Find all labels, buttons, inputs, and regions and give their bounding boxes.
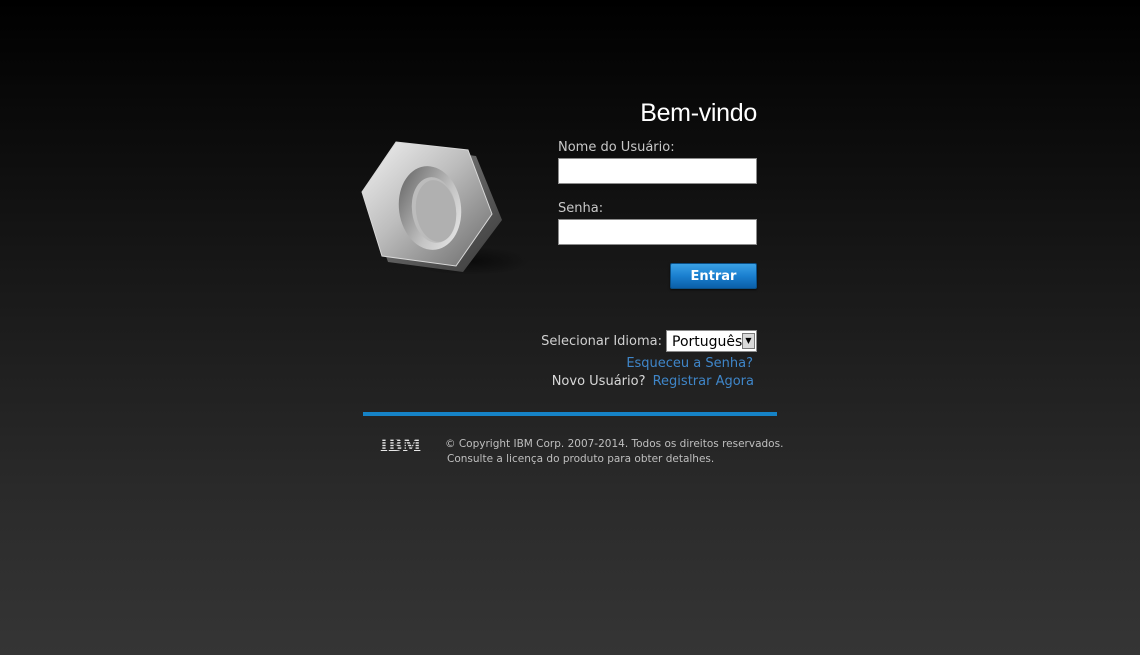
register-link[interactable]: Registrar Agora	[653, 374, 754, 389]
language-label: Selecionar Idioma:	[541, 333, 662, 349]
password-label: Senha:	[558, 201, 604, 216]
language-select[interactable]: Português ▼	[666, 330, 757, 352]
language-selector-row: Selecionar Idioma: Português ▼	[541, 330, 757, 352]
forgot-password-link[interactable]: Esqueceu a Senha?	[626, 356, 753, 371]
new-user-row: Novo Usuário? Registrar Agora	[552, 374, 754, 389]
copyright-line-1: © Copyright IBM Corp. 2007-2014. Todos o…	[445, 438, 784, 450]
username-label: Nome do Usuário:	[558, 140, 675, 155]
language-selected-value: Português	[672, 334, 743, 350]
footer-divider	[363, 412, 777, 416]
password-input[interactable]	[558, 219, 757, 245]
copyright-line-2: Consulte a licença do produto para obter…	[447, 453, 715, 465]
username-input[interactable]	[558, 158, 757, 184]
ibm-logo: IBM	[380, 436, 421, 454]
new-user-label: Novo Usuário?	[551, 374, 646, 389]
welcome-title: Bem-vindo	[640, 99, 757, 127]
login-button[interactable]: Entrar	[670, 263, 757, 289]
copyright-text: © Copyright IBM Corp. 2007-2014. Todos o…	[445, 437, 783, 467]
svg-text:IBM: IBM	[380, 436, 421, 454]
dropdown-arrow-icon[interactable]: ▼	[742, 333, 755, 349]
hex-nut-icon	[361, 141, 530, 275]
